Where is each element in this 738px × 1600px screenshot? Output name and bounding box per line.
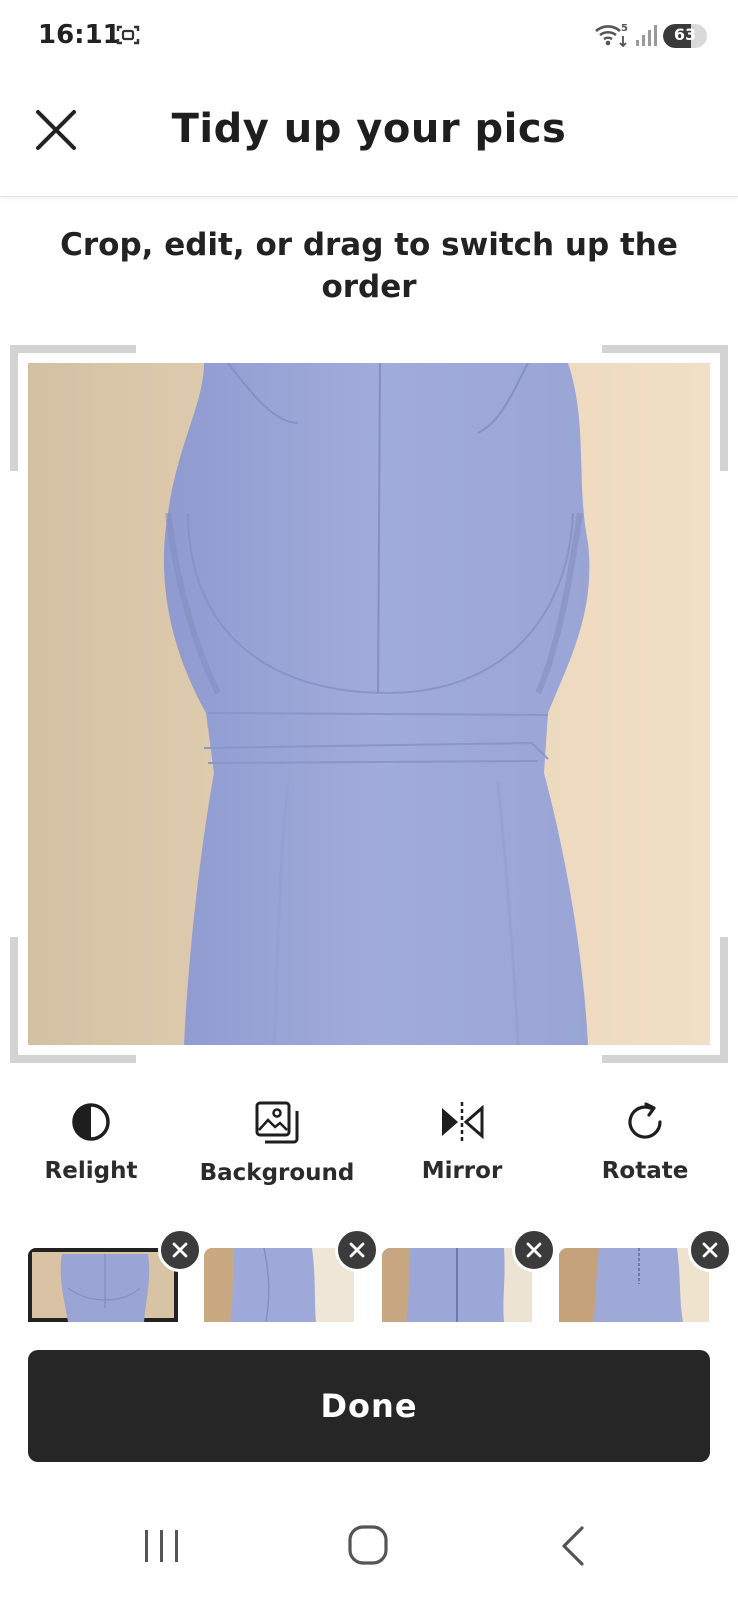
thumbnail-2[interactable] bbox=[204, 1248, 354, 1322]
mirror-label: Mirror bbox=[421, 1158, 503, 1184]
remove-icon bbox=[172, 1242, 188, 1258]
instructions-text: Crop, edit, or drag to switch up the ord… bbox=[60, 227, 678, 305]
thumbnail-3[interactable] bbox=[382, 1248, 532, 1322]
svg-text:5: 5 bbox=[621, 23, 628, 34]
remove-icon bbox=[702, 1242, 718, 1258]
remove-thumbnail-4-button[interactable] bbox=[688, 1228, 732, 1272]
battery-level: 63 bbox=[673, 25, 697, 44]
screenshot-icon bbox=[116, 24, 140, 46]
wifi-5-icon: 5 bbox=[594, 22, 630, 48]
rotate-label: Rotate bbox=[601, 1158, 689, 1184]
thumbnail-4[interactable] bbox=[559, 1248, 709, 1322]
page-title: Tidy up your pics bbox=[171, 106, 567, 152]
rotate-button[interactable]: Rotate bbox=[560, 1100, 730, 1220]
relight-button[interactable]: Relight bbox=[6, 1100, 176, 1220]
rotate-icon bbox=[560, 1100, 730, 1144]
back-icon[interactable] bbox=[556, 1524, 590, 1568]
recents-icon[interactable] bbox=[140, 1526, 184, 1566]
mirror-button[interactable]: Mirror bbox=[377, 1100, 547, 1220]
signal-icon bbox=[634, 22, 660, 48]
remove-thumbnail-3-button[interactable] bbox=[512, 1228, 556, 1272]
done-button[interactable]: Done bbox=[28, 1350, 710, 1462]
thumbnail-1[interactable] bbox=[28, 1248, 178, 1322]
battery-indicator: 63 bbox=[663, 24, 707, 48]
home-icon[interactable] bbox=[345, 1522, 391, 1568]
background-icon bbox=[192, 1100, 362, 1146]
relight-label: Relight bbox=[44, 1158, 138, 1184]
remove-thumbnail-1-button[interactable] bbox=[158, 1228, 202, 1272]
background-button[interactable]: Background bbox=[192, 1100, 362, 1220]
remove-icon bbox=[349, 1242, 365, 1258]
status-time: 16:11 bbox=[38, 20, 121, 50]
remove-icon bbox=[526, 1242, 542, 1258]
mirror-icon bbox=[377, 1100, 547, 1144]
remove-thumbnail-2-button[interactable] bbox=[335, 1228, 379, 1272]
background-label: Background bbox=[199, 1160, 355, 1186]
contrast-icon bbox=[6, 1100, 176, 1144]
main-photo[interactable] bbox=[28, 363, 710, 1045]
